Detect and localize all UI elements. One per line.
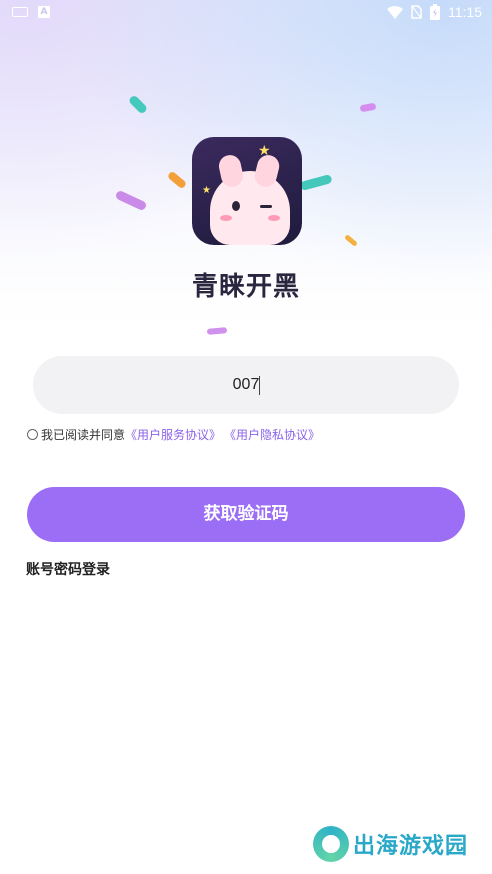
password-login-link[interactable]: 账号密码登录 bbox=[26, 559, 110, 579]
agreement-label: 我已阅读并同意 bbox=[41, 428, 126, 442]
status-bar: A 11:15 bbox=[0, 0, 492, 28]
watermark-text: 出海游戏园 bbox=[353, 834, 469, 859]
phone-input[interactable] bbox=[33, 356, 459, 414]
agreement-row: 我已阅读并同意 《用户服务协议》 《用户隐私协议》 bbox=[27, 426, 320, 443]
text-caret bbox=[259, 376, 260, 395]
agreement-radio[interactable] bbox=[27, 429, 38, 440]
app-name: 青睐开黑 bbox=[191, 272, 300, 302]
watermark: 出海游戏园 bbox=[313, 826, 468, 862]
wifi-icon bbox=[387, 5, 403, 19]
battery-icon bbox=[430, 4, 440, 20]
star-icon: ★ bbox=[202, 185, 211, 196]
service-agreement-link[interactable]: 《用户服务协议》 bbox=[125, 426, 221, 443]
a-icon: A bbox=[38, 6, 50, 18]
privacy-agreement-link[interactable]: 《用户隐私协议》 bbox=[224, 426, 320, 443]
get-code-button[interactable]: 获取验证码 bbox=[27, 487, 465, 542]
confetti-decoration bbox=[206, 327, 228, 335]
app-logo-icon: ★ ★ bbox=[192, 137, 302, 245]
status-time: 11:15 bbox=[448, 4, 482, 20]
watermark-logo-icon bbox=[313, 826, 349, 862]
no-sim-icon bbox=[411, 5, 422, 19]
bunny-mascot bbox=[210, 152, 290, 245]
keyboard-icon bbox=[12, 7, 28, 17]
